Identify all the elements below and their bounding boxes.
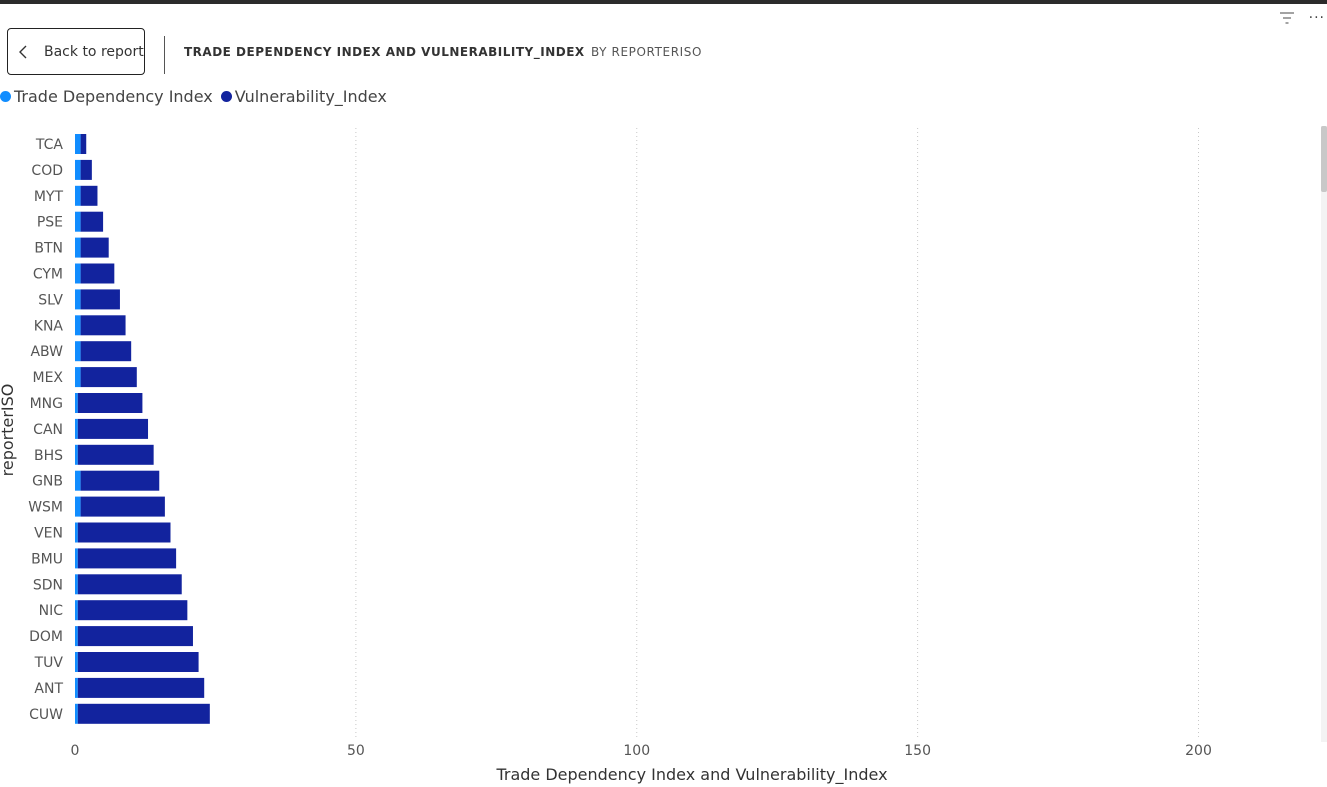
bar-trade-dependency[interactable] [75, 522, 78, 543]
bar-vulnerability[interactable] [77, 626, 193, 647]
bar-trade-dependency[interactable] [75, 600, 78, 621]
y-tick-label: SLV [38, 292, 63, 308]
bar-vulnerability[interactable] [80, 159, 92, 180]
y-tick-label: ABW [30, 344, 63, 360]
y-tick-label: COD [31, 163, 63, 179]
x-tick-label: 100 [623, 743, 650, 759]
x-tick-label: 200 [1185, 743, 1212, 759]
y-tick-label: MEX [32, 370, 63, 386]
bar-trade-dependency[interactable] [75, 626, 78, 647]
bar-vulnerability[interactable] [80, 134, 87, 154]
y-tick-label: VEN [34, 526, 63, 542]
x-axis-title: Trade Dependency Index and Vulnerability… [495, 765, 887, 785]
y-tick-label: CAN [33, 422, 63, 438]
bar-vulnerability[interactable] [77, 444, 154, 465]
bar-vulnerability[interactable] [80, 263, 115, 284]
bar-vulnerability[interactable] [77, 677, 205, 698]
scrollbar-track[interactable] [1321, 126, 1327, 742]
bar-vulnerability[interactable] [77, 418, 149, 439]
bar-vulnerability[interactable] [77, 548, 177, 569]
bar-trade-dependency[interactable] [75, 393, 78, 413]
bar-trade-dependency[interactable] [75, 341, 81, 362]
bar-chart: 0 50 100 150 200 TCA COD MYT PSE BTN CYM SLV KNA ABW M… [0, 128, 1212, 785]
y-tick-label: ANT [34, 681, 63, 697]
bar-trade-dependency[interactable] [75, 134, 81, 154]
bar-trade-dependency[interactable] [75, 263, 81, 284]
bar-trade-dependency[interactable] [75, 444, 78, 465]
bar-vulnerability[interactable] [77, 652, 199, 672]
y-tick-label: SDN [33, 577, 63, 593]
bar-trade-dependency[interactable] [75, 574, 78, 595]
y-tick-label: BHS [34, 448, 63, 464]
bar-trade-dependency[interactable] [75, 470, 81, 491]
y-tick-label: KNA [34, 318, 64, 334]
bar-vulnerability[interactable] [80, 289, 120, 310]
x-tick-label: 0 [71, 743, 80, 759]
bar-vulnerability[interactable] [80, 341, 132, 362]
bar-trade-dependency[interactable] [75, 652, 78, 672]
bar-vulnerability[interactable] [77, 393, 143, 413]
bar-vulnerability[interactable] [77, 522, 171, 543]
bar-vulnerability[interactable] [80, 237, 109, 258]
bar-trade-dependency[interactable] [75, 418, 78, 439]
bar-trade-dependency[interactable] [75, 289, 81, 310]
y-tick-label: BMU [31, 551, 63, 567]
bar-vulnerability[interactable] [80, 470, 160, 491]
bar-vulnerability[interactable] [77, 703, 210, 724]
y-axis-title: reporterISO [0, 384, 17, 477]
bar-trade-dependency[interactable] [75, 367, 81, 388]
scrollbar-thumb[interactable] [1321, 126, 1327, 192]
bar-vulnerability[interactable] [80, 315, 126, 336]
y-tick-label: MYT [34, 189, 64, 205]
bar-trade-dependency[interactable] [75, 548, 78, 569]
bar-trade-dependency[interactable] [75, 237, 81, 258]
y-tick-label: TUV [34, 655, 64, 671]
bar-vulnerability[interactable] [80, 185, 98, 206]
bar-vulnerability[interactable] [77, 600, 188, 621]
y-tick-label: GNB [32, 474, 63, 490]
bar-trade-dependency[interactable] [75, 496, 81, 517]
y-tick-label: CYM [33, 267, 63, 283]
x-tick-label: 150 [904, 743, 931, 759]
y-tick-label: BTN [34, 241, 63, 257]
y-tick-label: MNG [30, 396, 63, 412]
bar-trade-dependency[interactable] [75, 677, 78, 698]
bar-vulnerability[interactable] [80, 211, 104, 232]
bar-trade-dependency[interactable] [75, 159, 81, 180]
bar-trade-dependency[interactable] [75, 211, 81, 232]
y-tick-label: CUW [29, 707, 63, 723]
bar-trade-dependency[interactable] [75, 185, 81, 206]
bar-vulnerability[interactable] [77, 574, 182, 595]
y-tick-label: WSM [28, 500, 63, 516]
y-tick-label: PSE [37, 215, 63, 231]
bar-vulnerability[interactable] [80, 367, 137, 388]
y-tick-label: TCA [35, 137, 64, 153]
bar-trade-dependency[interactable] [75, 315, 81, 336]
bar-trade-dependency[interactable] [75, 703, 78, 724]
x-tick-label: 50 [347, 743, 365, 759]
y-tick-label: NIC [39, 603, 64, 619]
y-tick-label: DOM [29, 629, 63, 645]
bar-vulnerability[interactable] [80, 496, 165, 517]
